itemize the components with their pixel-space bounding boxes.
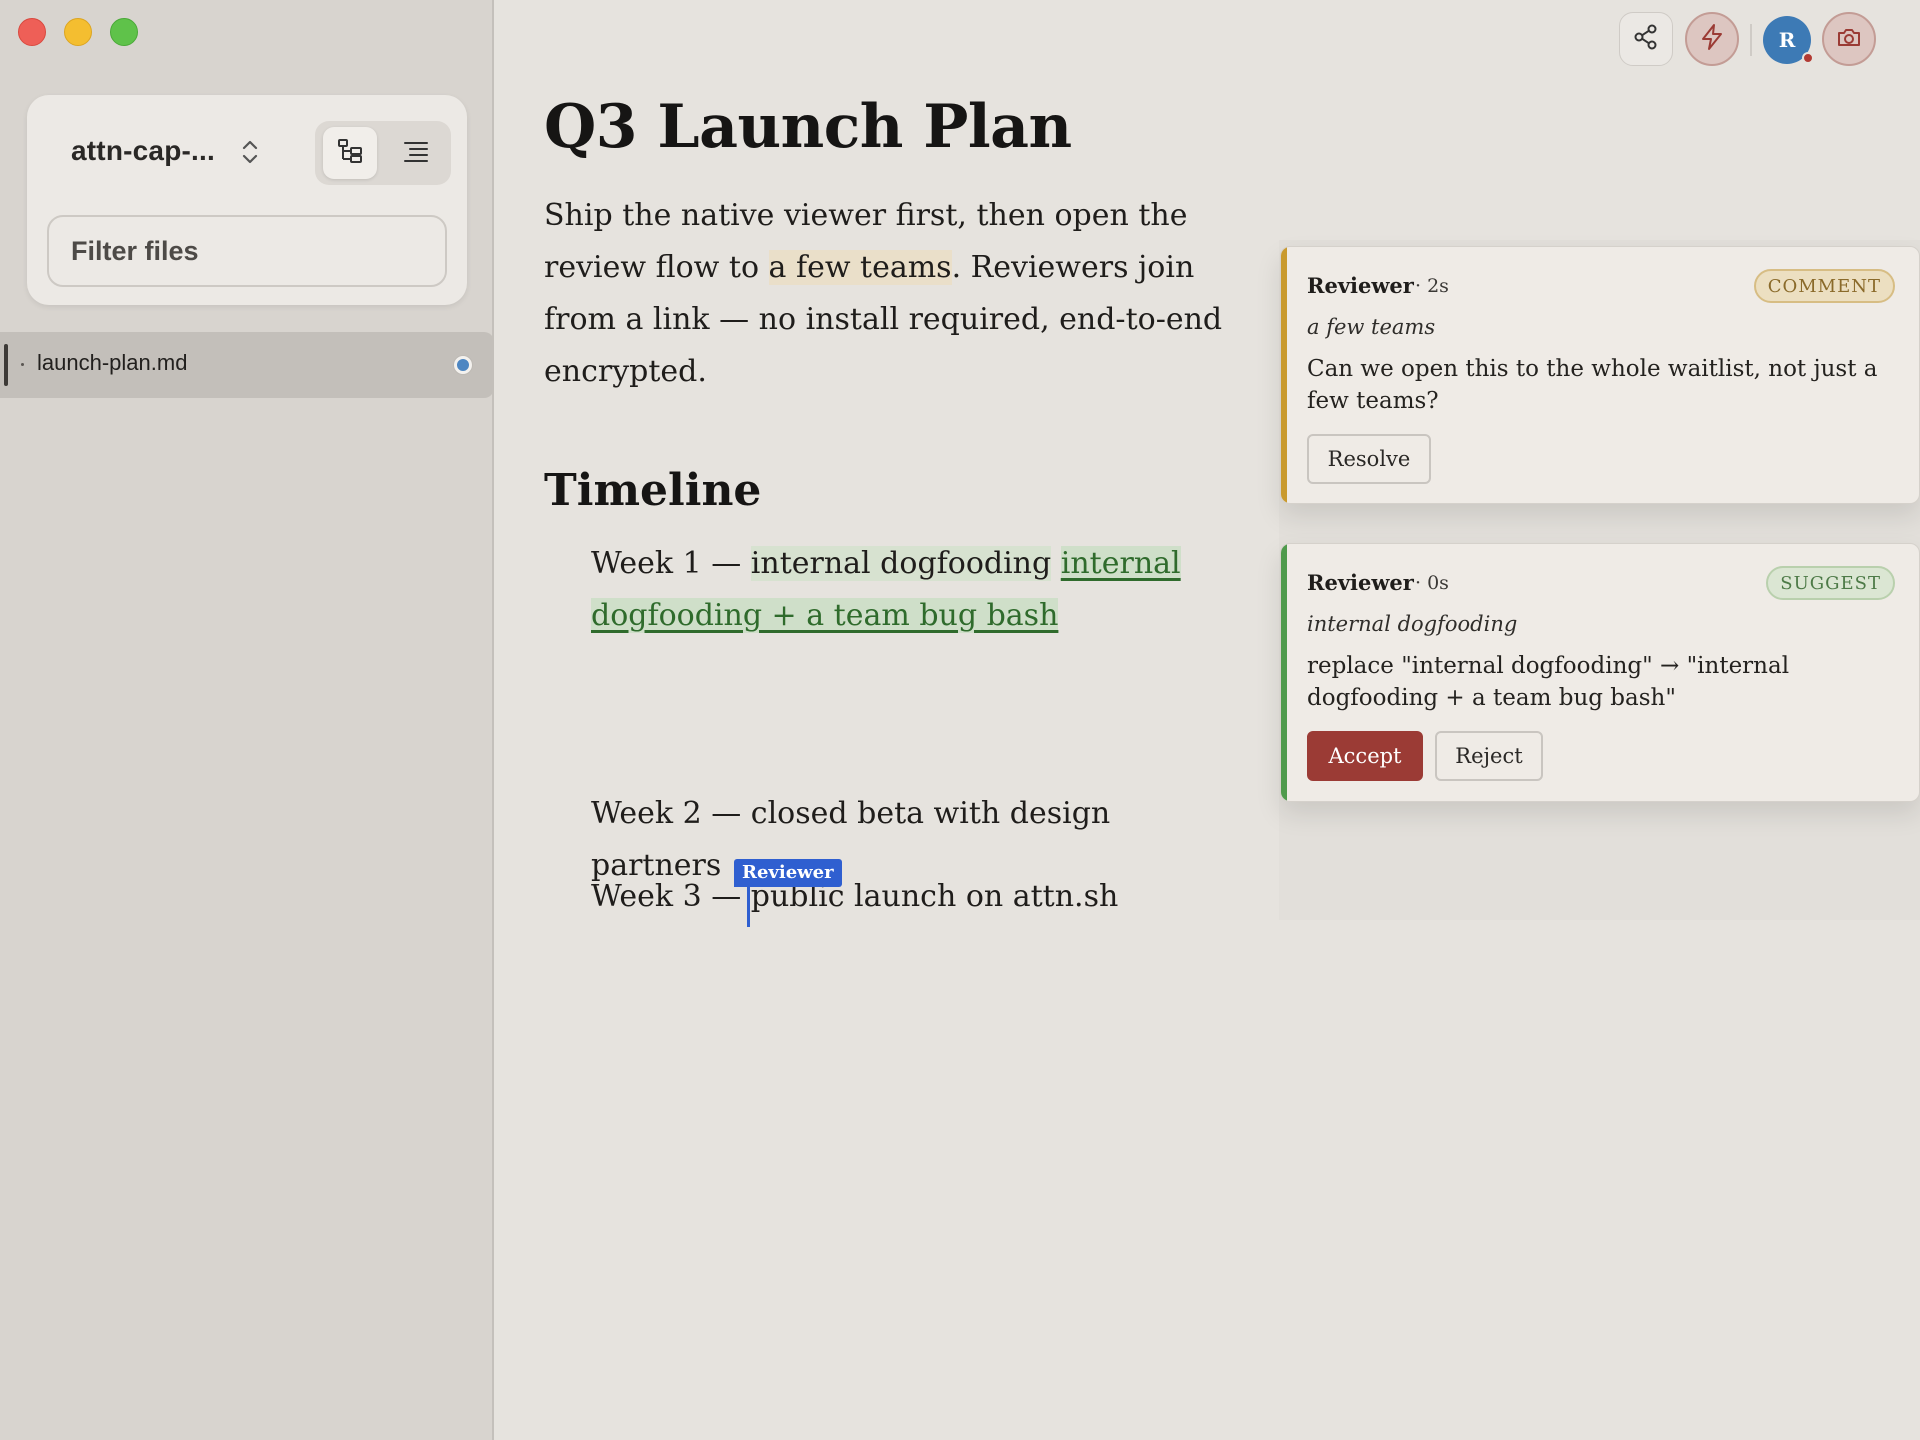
share-icon [1632,23,1660,55]
comment-quoted-text: a few teams [1307,315,1436,339]
camera-icon [1836,25,1862,53]
tree-view-button[interactable] [323,127,377,179]
commented-text-highlight[interactable]: a few teams [768,250,952,285]
timeline-item-week-3[interactable]: Week 3 — public launch on attn.sh [591,871,1241,927]
bullet-icon [21,363,24,366]
outline-view-button[interactable] [389,127,443,179]
window-zoom-button[interactable] [110,18,138,46]
sidebar-header-panel: attn-cap-... [27,95,467,305]
suggested-deletion[interactable]: internal dogfooding [750,546,1052,581]
view-toggle-group [315,121,451,185]
unsaved-status-dot [454,356,472,374]
snapshot-button[interactable] [1822,12,1876,66]
chevron-up-down-icon[interactable] [238,137,262,167]
toolbar-divider [1750,24,1752,56]
comment-time: · 0s [1415,572,1449,594]
week-prefix: Week 1 — [591,546,751,581]
live-mode-button[interactable] [1685,12,1739,66]
comment-type-badge: COMMENT [1753,269,1895,303]
document-intro-paragraph[interactable]: Ship the native viewer first, then open … [544,190,1234,398]
comment-author: Reviewer [1307,570,1414,595]
file-name: launch-plan.md [37,350,188,375]
active-file-indicator [4,344,8,386]
window-minimize-button[interactable] [64,18,92,46]
reject-button[interactable]: Reject [1435,731,1543,781]
week-prefix: Week 3 — [591,879,751,914]
collaborator-cursor [746,887,750,927]
suggestion-type-badge: SUGGEST [1766,566,1895,600]
suggestion-accent-bar [1281,544,1287,801]
suggestion-body: replace "internal dogfooding" → "interna… [1307,653,1790,711]
timeline-item-week-1[interactable]: Week 1 — internal dogfooding internal do… [591,538,1241,642]
filter-files-input[interactable] [47,215,447,287]
comment-card[interactable]: Reviewer · 2s COMMENT a few teams Can we… [1280,246,1920,504]
comment-time: · 2s [1415,275,1449,297]
timeline-heading: Timeline [544,465,762,516]
suggestion-quoted-text: internal dogfooding [1307,612,1518,636]
document-title: Q3 Launch Plan [544,92,1072,162]
share-button[interactable] [1619,12,1673,66]
accept-button[interactable]: Accept [1307,731,1423,781]
resolve-button[interactable]: Resolve [1307,434,1431,484]
comment-accent-bar [1281,247,1287,503]
sidebar: attn-cap-... Filter files launch-plan.md [0,0,494,1440]
collaborator-cursor-label: Reviewer [734,859,842,887]
lightning-bolt-icon [1699,23,1725,55]
window-close-button[interactable] [18,18,46,46]
tree-view-icon [336,137,364,169]
outline-list-icon [402,137,430,169]
suggestion-card[interactable]: Reviewer · 0s SUGGEST internal dogfoodin… [1280,543,1920,802]
file-item-launch-plan[interactable]: launch-plan.md [0,332,494,398]
comment-body: Can we open this to the whole waitlist, … [1307,356,1878,414]
workspace-name[interactable]: attn-cap-... [71,135,215,167]
avatar-status-dot [1802,52,1814,64]
comment-author: Reviewer [1307,273,1414,298]
